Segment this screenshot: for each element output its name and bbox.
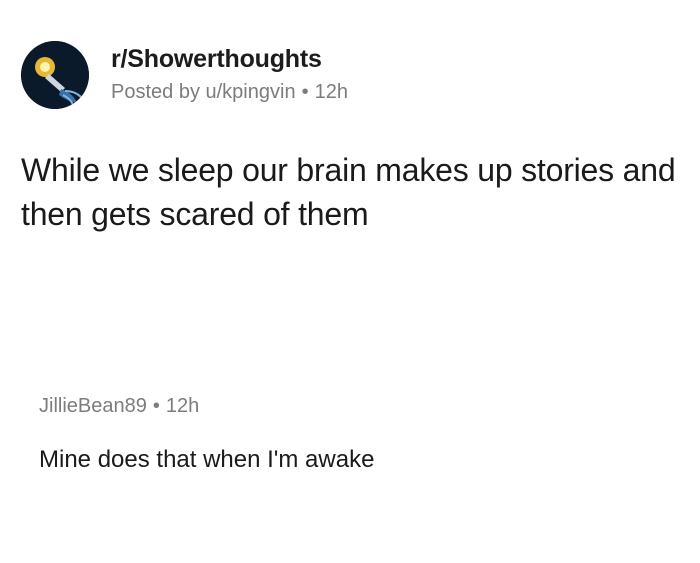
meta-separator: •	[301, 81, 309, 103]
post-age: 12h	[314, 81, 348, 103]
comment-age: 12h	[165, 395, 200, 417]
comment: JillieBean89 • 12h Mine does that when I'm…	[39, 392, 374, 476]
comment-body: Mine does that when I'm awake	[39, 446, 375, 473]
subreddit-name[interactable]: r/Showerthoughts	[111, 44, 348, 74]
comment-meta-separator: •	[152, 395, 160, 417]
post-header-text: r/Showerthoughts Posted by u/kpingvin • 12…	[111, 44, 348, 106]
lightbulb-brain-icon	[21, 41, 89, 109]
posted-by[interactable]: Posted by u/kpingvin	[111, 81, 296, 103]
post-title[interactable]: While we sleep our brain makes up storie…	[21, 148, 691, 236]
post-meta: Posted by u/kpingvin • 12h	[111, 78, 348, 106]
subreddit-avatar[interactable]	[21, 41, 89, 109]
comment-author[interactable]: JillieBean89	[39, 395, 147, 417]
comment-meta: JillieBean89 • 12h	[39, 392, 374, 420]
post-header: r/Showerthoughts Posted by u/kpingvin • 12…	[21, 41, 348, 109]
